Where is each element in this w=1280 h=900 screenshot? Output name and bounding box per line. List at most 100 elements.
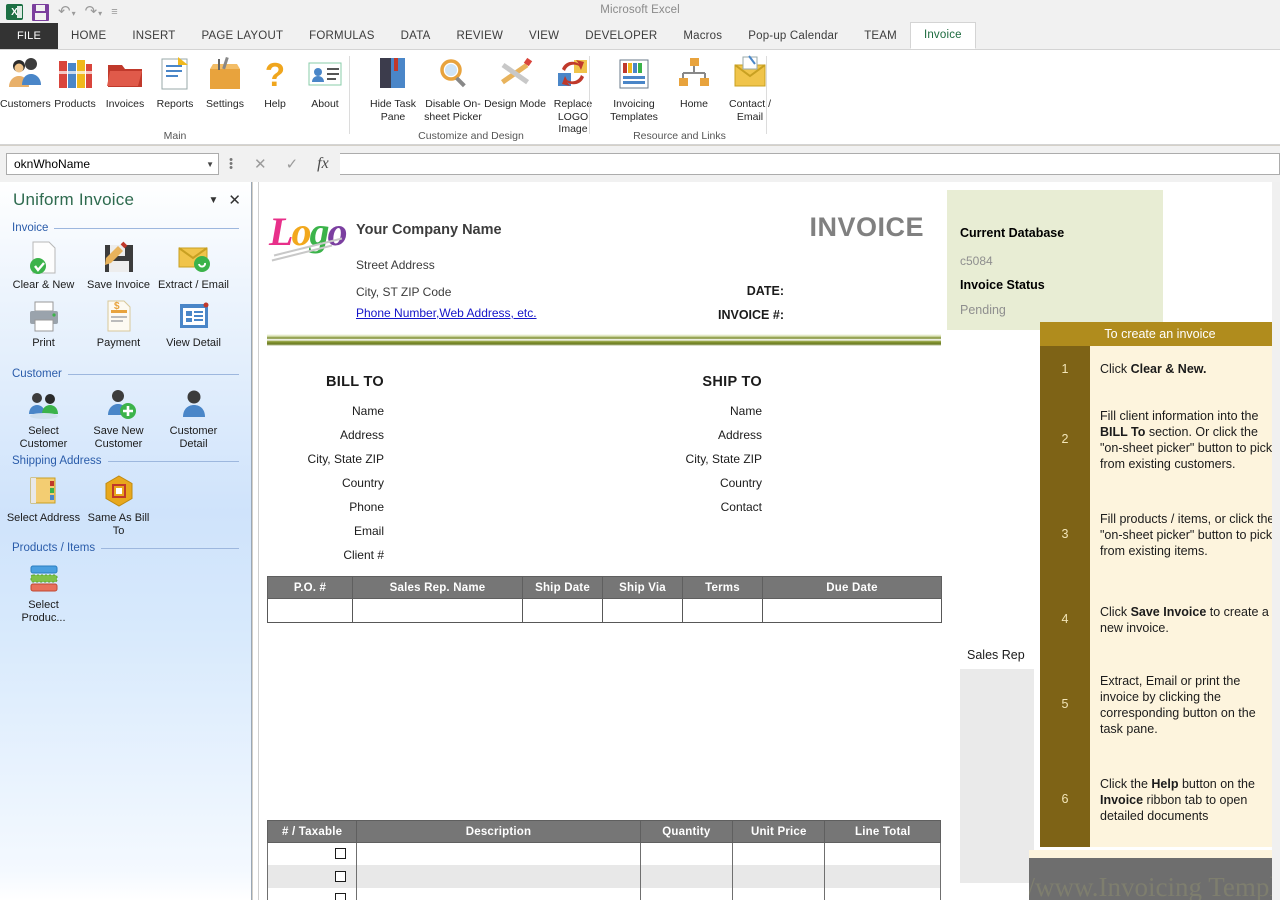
ship-to-field-label: Name	[729, 404, 762, 418]
ribbon-button-home[interactable]: Home	[664, 53, 724, 111]
unit-price-cell[interactable]	[732, 842, 826, 865]
formula-input[interactable]	[339, 153, 1280, 175]
quantity-cell[interactable]	[639, 842, 734, 865]
description-cell[interactable]	[356, 865, 641, 888]
vertical-scrollbar[interactable]	[1272, 182, 1280, 900]
taxable-cell[interactable]	[266, 865, 358, 888]
logo-image[interactable]: Logo	[269, 212, 349, 272]
table-row[interactable]	[266, 887, 941, 900]
task-pane-button-select-customer[interactable]: Select Customer	[6, 384, 81, 451]
line-total-cell[interactable]	[824, 887, 941, 900]
close-icon[interactable]: ✕	[228, 191, 241, 209]
task-pane-section-header-invoice: Invoice	[12, 222, 239, 234]
task-pane-button-customer-detail[interactable]: Customer Detail	[156, 384, 231, 451]
task-pane-button-extract-email[interactable]: Extract / Email	[156, 238, 231, 292]
ribbon-tab-file[interactable]: FILE	[0, 23, 59, 49]
taxable-checkbox[interactable]	[335, 893, 347, 900]
ribbon-button-about[interactable]: About	[300, 53, 350, 111]
taxable-checkbox[interactable]	[335, 870, 347, 882]
ribbon-button-customers[interactable]: Customers	[0, 53, 51, 111]
unit-price-cell[interactable]	[732, 865, 826, 888]
ribbon-tab-insert[interactable]: INSERT	[119, 23, 188, 49]
task-pane-button-same-as-bill-to[interactable]: Same As Bill To	[81, 471, 156, 538]
ribbon-button-invoicing-templates[interactable]: Invoicing Templates	[604, 53, 664, 123]
ribbon-tab-data[interactable]: DATA	[388, 23, 444, 49]
ribbon-button-label: Hide Task Pane	[370, 98, 416, 123]
description-cell[interactable]	[356, 887, 641, 900]
ribbon-button-design-mode[interactable]: Design Mode	[484, 53, 546, 111]
ribbon-group-label: Resource and Links	[633, 130, 726, 142]
name-box[interactable]: oknWhoName ▼	[6, 153, 219, 175]
customers-icon	[4, 53, 46, 95]
quantity-cell[interactable]	[639, 865, 734, 888]
po-cell[interactable]	[267, 598, 353, 623]
step-text: Fill client information into the BILL To…	[1090, 392, 1280, 487]
svg-text:?: ?	[265, 56, 285, 93]
po-cell[interactable]	[762, 598, 942, 623]
ribbon-tab-team[interactable]: TEAM	[851, 23, 910, 49]
task-pane-button-save-invoice[interactable]: Save Invoice	[81, 238, 156, 292]
task-pane-button-select-address[interactable]: Select Address	[6, 471, 81, 538]
task-pane-button-select-produc[interactable]: Select Produc...	[6, 558, 81, 625]
ribbon-tab-pop-up-calendar[interactable]: Pop-up Calendar	[735, 23, 851, 49]
ribbon-button-invoices[interactable]: Invoices	[100, 53, 150, 111]
table-row[interactable]	[266, 842, 941, 865]
task-pane-button-row: Clear & New Save Invoice Extract / Email	[0, 234, 251, 292]
ribbon-tab-home[interactable]: HOME	[58, 23, 119, 49]
ribbon-tab-page-layout[interactable]: PAGE LAYOUT	[189, 23, 297, 49]
select-products-icon	[25, 560, 63, 596]
task-pane-button-save-new-customer[interactable]: Save New Customer	[81, 384, 156, 451]
ribbon-tab-review[interactable]: REVIEW	[443, 23, 516, 49]
table-row[interactable]	[266, 865, 941, 888]
ribbon-button-contact-email[interactable]: Contact / Email	[720, 53, 780, 123]
ribbon-button-products[interactable]: Products	[50, 53, 100, 111]
po-cell[interactable]	[352, 598, 523, 623]
ribbon-button-hide-task-pane[interactable]: Hide Task Pane	[362, 53, 424, 123]
ribbon-button-reports[interactable]: Reports	[150, 53, 200, 111]
column-header: Sales Rep. Name	[352, 576, 523, 599]
po-cell[interactable]	[602, 598, 683, 623]
ribbon-button-help[interactable]: ? Help	[250, 53, 300, 111]
chevron-down-icon[interactable]: ▼	[209, 195, 219, 206]
taxable-checkbox[interactable]	[335, 848, 347, 860]
task-pane-button-label: Select Address	[6, 512, 81, 524]
bill-to-field-label: Name	[351, 404, 384, 418]
taxable-cell[interactable]	[266, 842, 358, 865]
sales-rep-cell[interactable]	[960, 669, 1034, 883]
unit-price-cell[interactable]	[732, 887, 826, 900]
column-header: Ship Date	[522, 576, 603, 599]
ribbon-tab-macros[interactable]: Macros	[670, 23, 735, 49]
task-pane-button-clear-new[interactable]: Clear & New	[6, 238, 81, 292]
column-header: Ship Via	[602, 576, 683, 599]
cancel-x-icon[interactable]: ✕	[254, 155, 267, 173]
ribbon-tab-invoice[interactable]: Invoice	[909, 22, 976, 49]
ship-to-field-label: Country	[719, 476, 762, 490]
table-row[interactable]	[267, 598, 942, 623]
chevron-down-icon[interactable]: ▼	[206, 160, 214, 169]
line-total-cell[interactable]	[824, 842, 941, 865]
enter-check-icon[interactable]: ✓	[286, 155, 299, 173]
task-pane-button-payment[interactable]: $ Payment	[81, 296, 156, 350]
description-cell[interactable]	[356, 842, 641, 865]
po-cell[interactable]	[522, 598, 603, 623]
ribbon-button-settings[interactable]: Settings	[200, 53, 250, 111]
ribbon-tab-formulas[interactable]: FORMULAS	[296, 23, 388, 49]
task-pane-button-row: Select Produc...	[0, 554, 251, 625]
taxable-cell[interactable]	[266, 887, 358, 900]
task-pane-section-label: Shipping Address	[12, 455, 102, 467]
ribbon-tab-developer[interactable]: DEVELOPER	[572, 23, 670, 49]
line-total-cell[interactable]	[824, 865, 941, 888]
quantity-cell[interactable]	[639, 887, 734, 900]
invoice-number-label: INVOICE #:	[718, 308, 784, 322]
insert-function-fx-icon[interactable]: fx	[317, 155, 329, 173]
formula-bar-options-icon[interactable]: • • •	[219, 155, 243, 174]
ribbon-button-disable-on-sheet-picker[interactable]: Disable On-sheet Picker	[422, 53, 484, 123]
company-address-line1[interactable]: Street Address	[356, 258, 435, 272]
step-text-plain: Fill client information into the	[1100, 408, 1259, 423]
task-pane-button-print[interactable]: Print	[6, 296, 81, 350]
po-cell[interactable]	[682, 598, 763, 623]
task-pane-button-view-detail[interactable]: View Detail	[156, 296, 231, 350]
ribbon-tab-view[interactable]: VIEW	[516, 23, 572, 49]
bill-to-field-label: City, State ZIP	[307, 452, 384, 466]
company-name[interactable]: Your Company Name	[356, 222, 502, 238]
